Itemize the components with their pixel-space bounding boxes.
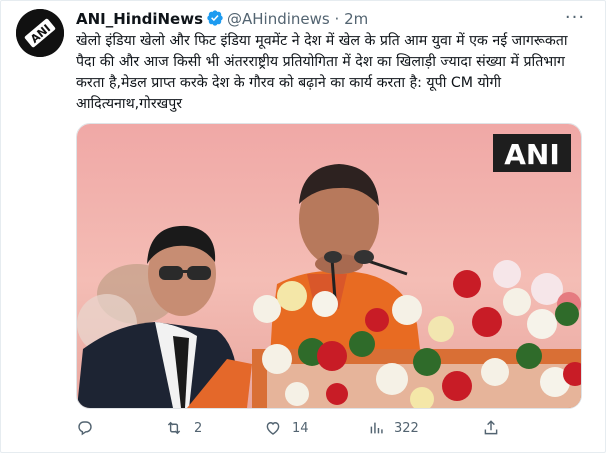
tweet-media-image[interactable]: ANI [76,123,582,409]
tweet-text: खेलो इंडिया खेलो और फिट इंडिया मूवमेंट न… [76,33,568,112]
views-button[interactable]: 322 [368,418,419,438]
tweet-header: ANI_HindiNews @AHindinews · 2m [76,9,368,32]
retweet-button[interactable]: 2 [164,418,202,438]
share-icon [484,420,498,435]
avatar[interactable]: ANI [16,9,64,57]
tweet-actions-bar: 2 14 322 [76,415,586,441]
verified-badge-icon [206,9,224,32]
reply-icon [78,421,92,436]
more-icon[interactable]: ··· [563,7,587,31]
tweet-timestamp[interactable]: 2m [344,10,368,28]
ani-logo-icon: ANI [16,9,64,57]
ani-watermark: ANI [504,138,560,171]
like-count: 14 [292,420,309,436]
retweet-count: 2 [194,420,203,436]
separator-dot: · [334,10,340,28]
share-button[interactable] [482,418,510,438]
like-button[interactable]: 14 [264,418,309,438]
author-handle[interactable]: @AHindinews [227,10,330,28]
retweet-icon [167,421,181,435]
tweet-card[interactable]: ANI ANI_HindiNews @AHindinews · 2m ··· खे… [0,0,606,453]
analytics-icon [370,422,383,434]
views-count: 322 [394,420,419,436]
heart-icon [266,422,280,435]
news-photo: ANI [77,124,581,408]
author-name[interactable]: ANI_HindiNews [76,10,203,28]
reply-button[interactable] [76,418,104,438]
